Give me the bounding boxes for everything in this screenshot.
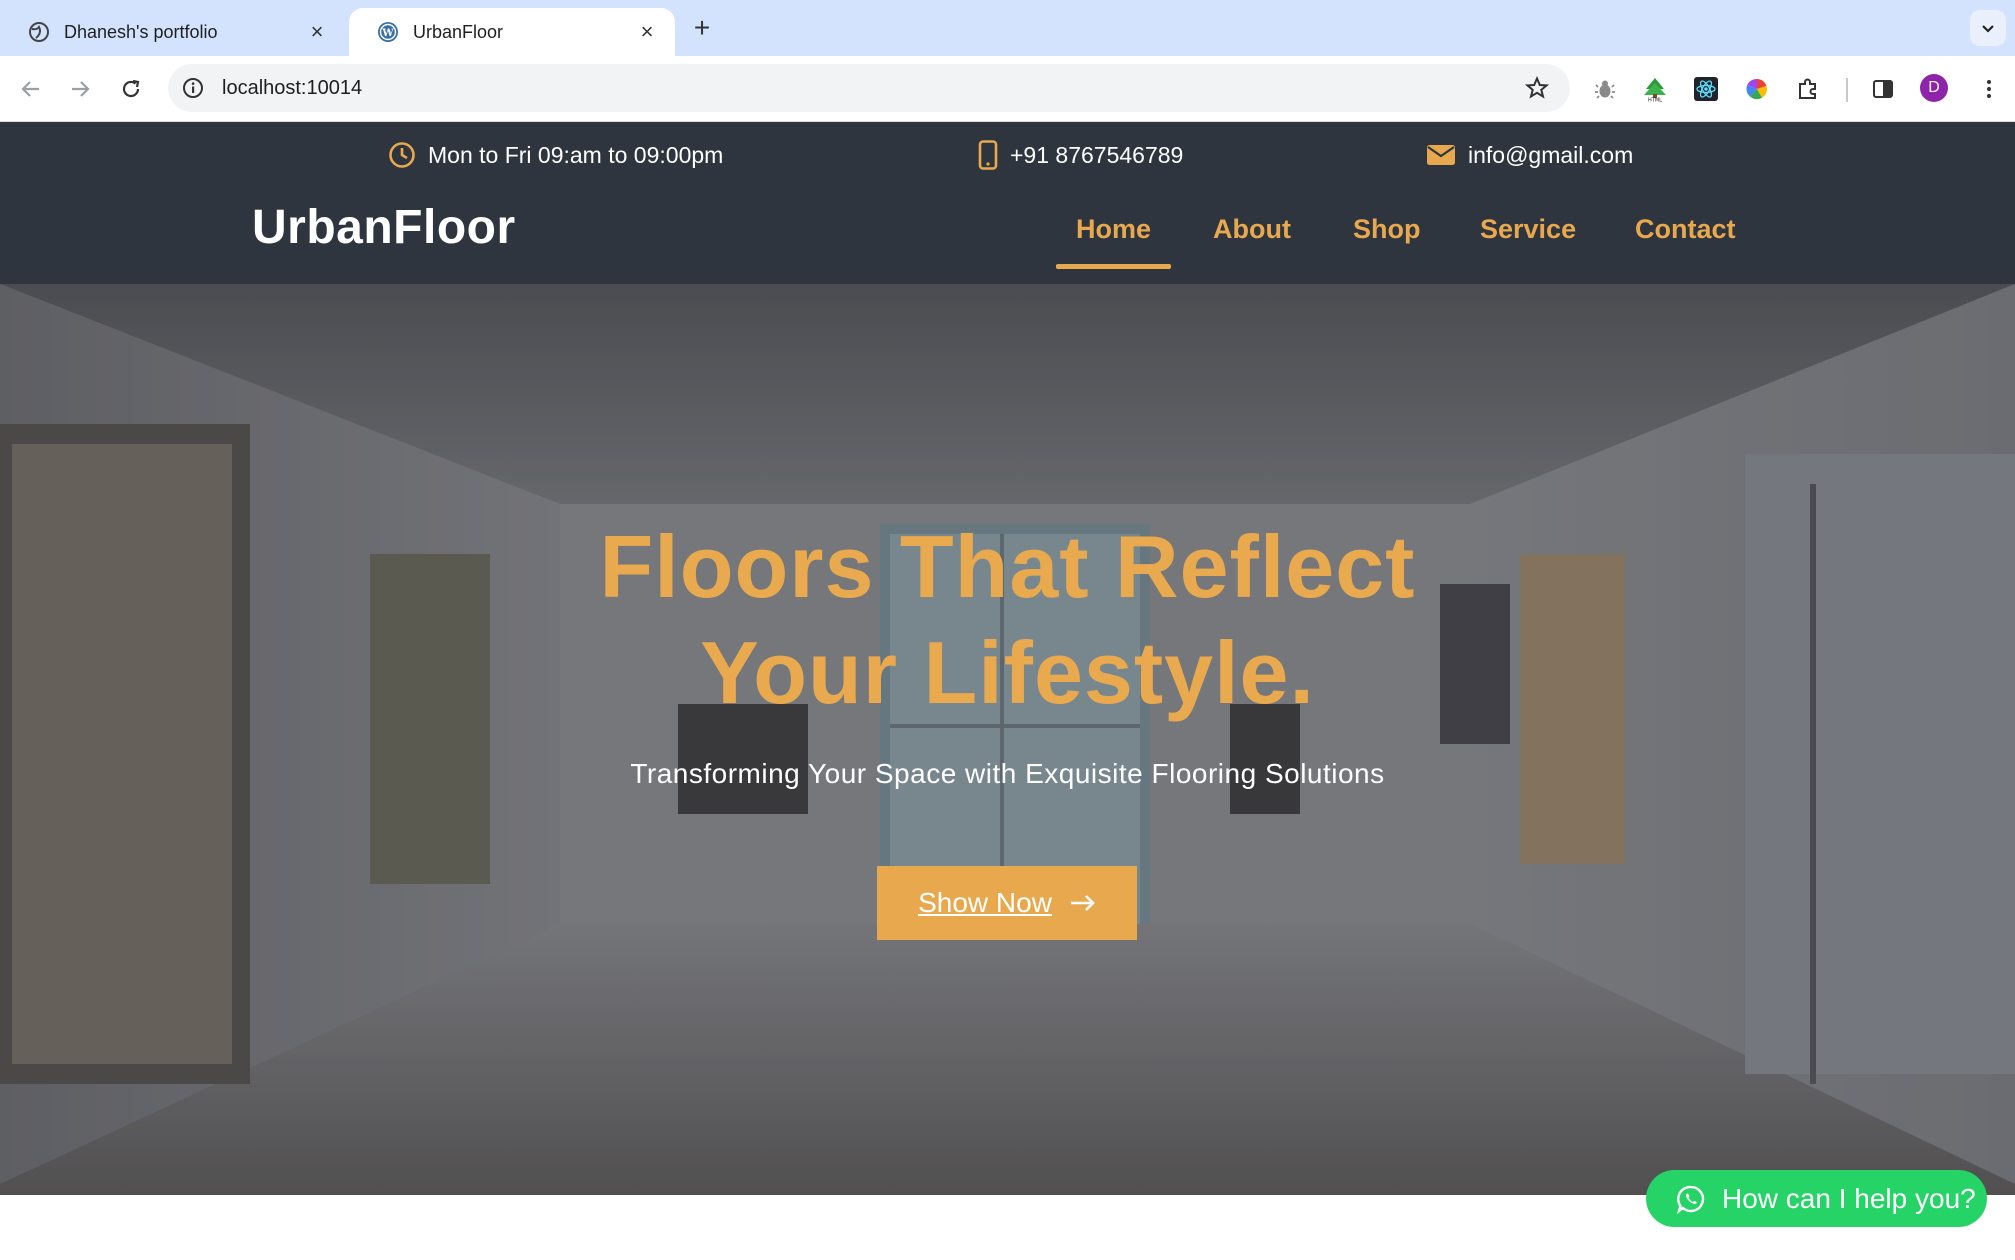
- address-bar[interactable]: localhost:10014: [168, 64, 1570, 112]
- show-now-button[interactable]: Show Now: [877, 866, 1137, 940]
- new-tab-icon[interactable]: +: [688, 12, 716, 44]
- tab-title: Dhanesh's portfolio: [64, 21, 218, 42]
- close-icon[interactable]: ×: [635, 19, 659, 44]
- close-icon[interactable]: ×: [305, 19, 329, 44]
- show-now-label: Show Now: [918, 887, 1052, 918]
- email-text[interactable]: info@gmail.com: [1468, 142, 1633, 169]
- svg-text:W: W: [381, 28, 394, 39]
- svg-text:HTML: HTML: [1648, 98, 1662, 103]
- nav-shop[interactable]: Shop: [1353, 214, 1421, 245]
- gallery-background-image: [0, 284, 2015, 1195]
- nav-active-indicator: [1056, 264, 1171, 269]
- menu-dots-icon[interactable]: [1972, 72, 2006, 106]
- hero-section: Floors That Reflect Your Lifestyle. Tran…: [0, 284, 2015, 1195]
- email-info: info@gmail.com: [1426, 138, 1633, 172]
- hours-text: Mon to Fri 09:am to 09:00pm: [428, 141, 724, 168]
- wordpress-icon: W: [377, 21, 399, 43]
- url-text: localhost:10014: [222, 76, 363, 99]
- tab-urbanfloor[interactable]: W UrbanFloor ×: [349, 8, 675, 56]
- toolbar-divider: [1846, 78, 1848, 102]
- bug-extension-icon[interactable]: [1588, 72, 1622, 106]
- hero-title-line-1: Floors That Reflect: [599, 517, 1416, 616]
- hero-title: Floors That Reflect Your Lifestyle.: [0, 514, 2015, 726]
- color-picker-extension-icon[interactable]: [1740, 72, 1774, 106]
- tab-dhanesh-portfolio[interactable]: Dhanesh's portfolio ×: [0, 8, 345, 56]
- arrow-right-icon: [1070, 886, 1096, 920]
- clock-icon: [388, 141, 416, 169]
- hours-info: Mon to Fri 09:am to 09:00pm: [388, 138, 723, 172]
- hero-subtitle: Transforming Your Space with Exquisite F…: [630, 758, 1385, 789]
- browser-toolbar: localhost:10014 HTML: [0, 56, 2015, 122]
- bookmark-star-icon[interactable]: [1520, 71, 1554, 105]
- globe-icon: [28, 21, 50, 43]
- react-devtools-icon[interactable]: [1689, 72, 1723, 106]
- reload-icon[interactable]: [114, 72, 148, 106]
- whatsapp-chat-button[interactable]: How can I help you?: [1646, 1170, 1987, 1227]
- nav-contact[interactable]: Contact: [1635, 214, 1736, 245]
- nav-about[interactable]: About: [1213, 214, 1291, 245]
- side-panel-icon[interactable]: [1866, 72, 1900, 106]
- tab-title: UrbanFloor: [413, 21, 504, 42]
- browser-tab-strip: Dhanesh's portfolio × W UrbanFloor × +: [0, 0, 2015, 56]
- phone-text[interactable]: +91 8767546789: [1010, 142, 1183, 169]
- back-arrow-icon[interactable]: [14, 72, 48, 106]
- envelope-icon: [1426, 143, 1456, 167]
- html-tree-extension-icon[interactable]: HTML: [1638, 72, 1672, 106]
- extensions-puzzle-icon[interactable]: [1791, 72, 1825, 106]
- mobile-phone-icon: [978, 140, 998, 170]
- forward-arrow-icon[interactable]: [63, 72, 97, 106]
- nav-home[interactable]: Home: [1076, 214, 1151, 245]
- site-header: Mon to Fri 09:am to 09:00pm +91 87675467…: [0, 122, 2015, 284]
- phone-info: +91 8767546789: [978, 138, 1183, 172]
- nav-service[interactable]: Service: [1480, 214, 1576, 245]
- chevron-down-icon[interactable]: [1970, 10, 2006, 46]
- profile-avatar[interactable]: D: [1920, 74, 1948, 102]
- chat-label: How can I help you?: [1722, 1182, 1976, 1214]
- site-info-icon[interactable]: [180, 75, 206, 101]
- whatsapp-icon: [1676, 1184, 1706, 1214]
- site-logo[interactable]: UrbanFloor: [252, 200, 516, 255]
- hero-title-line-2: Your Lifestyle.: [700, 623, 1315, 722]
